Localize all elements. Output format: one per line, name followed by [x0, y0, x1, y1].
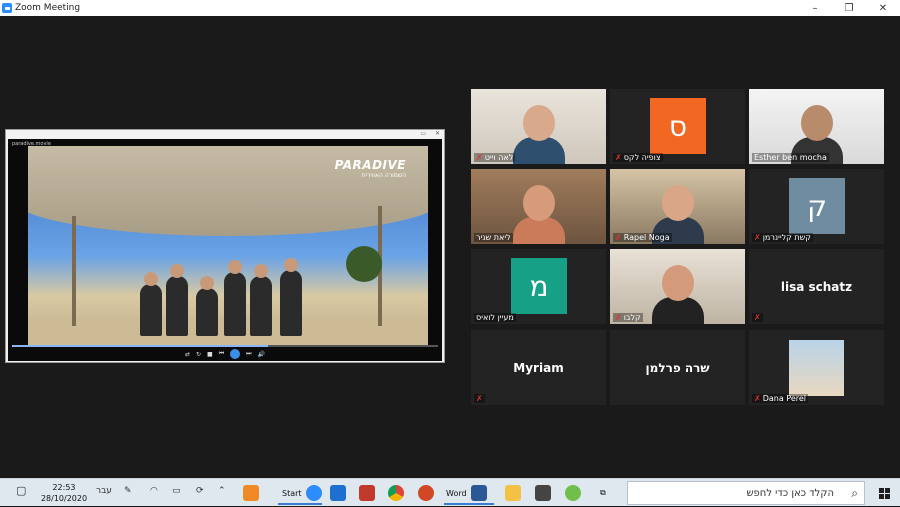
- participant-tile[interactable]: Esther ben mocha: [749, 89, 884, 164]
- window-titlebar: Zoom Meeting – ❐ ✕: [0, 0, 900, 16]
- windows-start-button[interactable]: [868, 479, 900, 507]
- mail-icon[interactable]: [330, 483, 346, 503]
- taskbar-search[interactable]: הקלד כאן כדי לחפש ⌕: [627, 481, 865, 505]
- muted-mic-icon: ✗: [615, 313, 622, 322]
- powerpoint-icon[interactable]: [418, 483, 434, 503]
- participant-name-label: ✗ צופיה לקס: [613, 153, 663, 162]
- store-icon[interactable]: [535, 483, 551, 503]
- participant-name-label: ✗ Rapel Noga: [613, 233, 672, 242]
- window-title: Zoom Meeting: [15, 3, 81, 13]
- wifi-icon[interactable]: ◠: [150, 486, 158, 496]
- participant-tile[interactable]: ק ✗ קשת קליינרמן: [749, 169, 884, 244]
- shuffle-icon[interactable]: ⇄: [185, 351, 190, 358]
- participant-tile[interactable]: שרה פרלמן: [610, 330, 745, 405]
- minimize-button[interactable]: –: [798, 0, 832, 16]
- participant-tile[interactable]: ✗ קלבו: [610, 249, 745, 324]
- avatar: ק: [789, 178, 845, 234]
- gift-app-icon[interactable]: [359, 483, 375, 503]
- muted-mic-icon: ✗: [476, 394, 483, 403]
- participant-name: קלבו: [623, 313, 641, 322]
- participant-tile[interactable]: Myriam ✗: [471, 330, 606, 405]
- participant-tile[interactable]: ליאת שניר: [471, 169, 606, 244]
- search-placeholder: הקלד כאן כדי לחפש: [746, 487, 834, 499]
- participant-name-label: ✗ קשת קליינרמן: [752, 233, 813, 242]
- play-pause-button[interactable]: [230, 349, 241, 359]
- notifications-icon[interactable]: ▢: [16, 484, 26, 497]
- chrome-icon[interactable]: [388, 483, 404, 503]
- search-icon: ⌕: [851, 486, 858, 500]
- input-language[interactable]: עבר: [96, 486, 112, 496]
- participant-name: קשת קליינרמן: [762, 233, 811, 242]
- avatar: ס: [650, 98, 706, 154]
- word-icon: [470, 485, 487, 501]
- participant-display-name: Myriam: [513, 360, 564, 375]
- pen-icon[interactable]: ✎: [124, 486, 132, 496]
- show-hidden-icons[interactable]: ⌃: [218, 486, 226, 496]
- participant-tile[interactable]: ✗ Rapel Noga: [610, 169, 745, 244]
- participant-tile[interactable]: ס ✗ צופיה לקס: [610, 89, 745, 164]
- muted-mic-icon: ✗: [615, 233, 622, 242]
- participant-tile[interactable]: lisa schatz ✗: [749, 249, 884, 324]
- muted-mic-icon: ✗: [615, 153, 622, 162]
- participant-name: Rapel Noga: [623, 233, 670, 242]
- participant-name-label: Esther ben mocha: [752, 153, 829, 162]
- zoom-icon: [305, 485, 322, 501]
- video-frame: PARADIVE השמורה האווירית: [28, 146, 428, 346]
- participant-name-label: ✗: [474, 394, 485, 403]
- shared-minimize-icon[interactable]: ▭: [420, 130, 426, 137]
- next-icon[interactable]: ⏭: [246, 350, 251, 358]
- participant-display-name: שרה פרלמן: [645, 360, 710, 375]
- maximize-button[interactable]: ❐: [832, 0, 866, 16]
- participant-tile[interactable]: ✗ Dana Perel: [749, 330, 884, 405]
- muted-mic-icon: ✗: [754, 233, 761, 242]
- participant-name: Dana Perel: [762, 394, 806, 403]
- zoom-app-icon: [2, 3, 12, 13]
- muted-mic-icon: ✗: [754, 394, 761, 403]
- taskbar-word[interactable]: Word: [446, 483, 487, 503]
- windows-logo-icon: [878, 487, 890, 499]
- taskbar-zoom[interactable]: Start: [282, 483, 322, 503]
- video-player[interactable]: paradive.movie PARADIVE השמורה האווירית …: [8, 139, 442, 361]
- repeat-icon[interactable]: ↻: [196, 351, 201, 358]
- sync-icon[interactable]: ⟳: [196, 486, 204, 496]
- participant-name: ליאת שניר: [476, 233, 511, 242]
- windows-taskbar: הקלד כאן כדי לחפש ⌕ ⧉ Word Start ⌃ ⟳ ▭ ◠…: [0, 478, 900, 506]
- media-player-icon[interactable]: [243, 483, 259, 503]
- participant-tile[interactable]: מ מעיין לואיס: [471, 249, 606, 324]
- shared-window-titlebar: ▭ ✕: [6, 130, 444, 138]
- participant-display-name: lisa schatz: [780, 279, 853, 294]
- avatar: מ: [511, 258, 567, 314]
- browser-icon[interactable]: [565, 483, 581, 503]
- player-controls: ⇄ ↻ ■ ⏮ ⏭ 🔊: [8, 347, 442, 361]
- close-button[interactable]: ✕: [866, 0, 900, 16]
- stop-icon[interactable]: ■: [207, 351, 213, 358]
- taskbar-clock[interactable]: 22:53 28/10/2020: [38, 482, 90, 504]
- participant-name-label: ✗: [752, 313, 763, 322]
- participant-name-label: ✗ קלבו: [613, 313, 643, 322]
- participant-name-label: ליאת שניר: [474, 233, 513, 242]
- participant-name-label: ✗ Dana Perel: [752, 394, 808, 403]
- task-view-icon[interactable]: ⧉: [600, 483, 606, 503]
- paradive-logo: PARADIVE השמורה האווירית: [334, 158, 406, 179]
- participant-name-label: ✗ לאה וייט: [474, 153, 516, 162]
- participant-name: Esther ben mocha: [754, 153, 827, 162]
- battery-icon: ▭: [172, 486, 181, 496]
- participant-name: צופיה לקס: [623, 153, 661, 162]
- participant-video: [789, 340, 844, 396]
- muted-mic-icon: ✗: [754, 313, 761, 322]
- participant-tile[interactable]: ✗ לאה וייט: [471, 89, 606, 164]
- participant-name: מעיין לואיס: [476, 313, 514, 322]
- file-explorer-icon[interactable]: [505, 483, 521, 503]
- participant-name: לאה וייט: [484, 153, 514, 162]
- shared-close-icon[interactable]: ✕: [435, 130, 440, 137]
- previous-icon[interactable]: ⏮: [219, 350, 224, 358]
- muted-mic-icon: ✗: [476, 153, 483, 162]
- participant-name-label: מעיין לואיס: [474, 313, 516, 322]
- volume-icon[interactable]: 🔊: [258, 351, 265, 358]
- shared-screen-window[interactable]: ▭ ✕ paradive.movie PARADIVE השמורה האווי…: [5, 129, 445, 363]
